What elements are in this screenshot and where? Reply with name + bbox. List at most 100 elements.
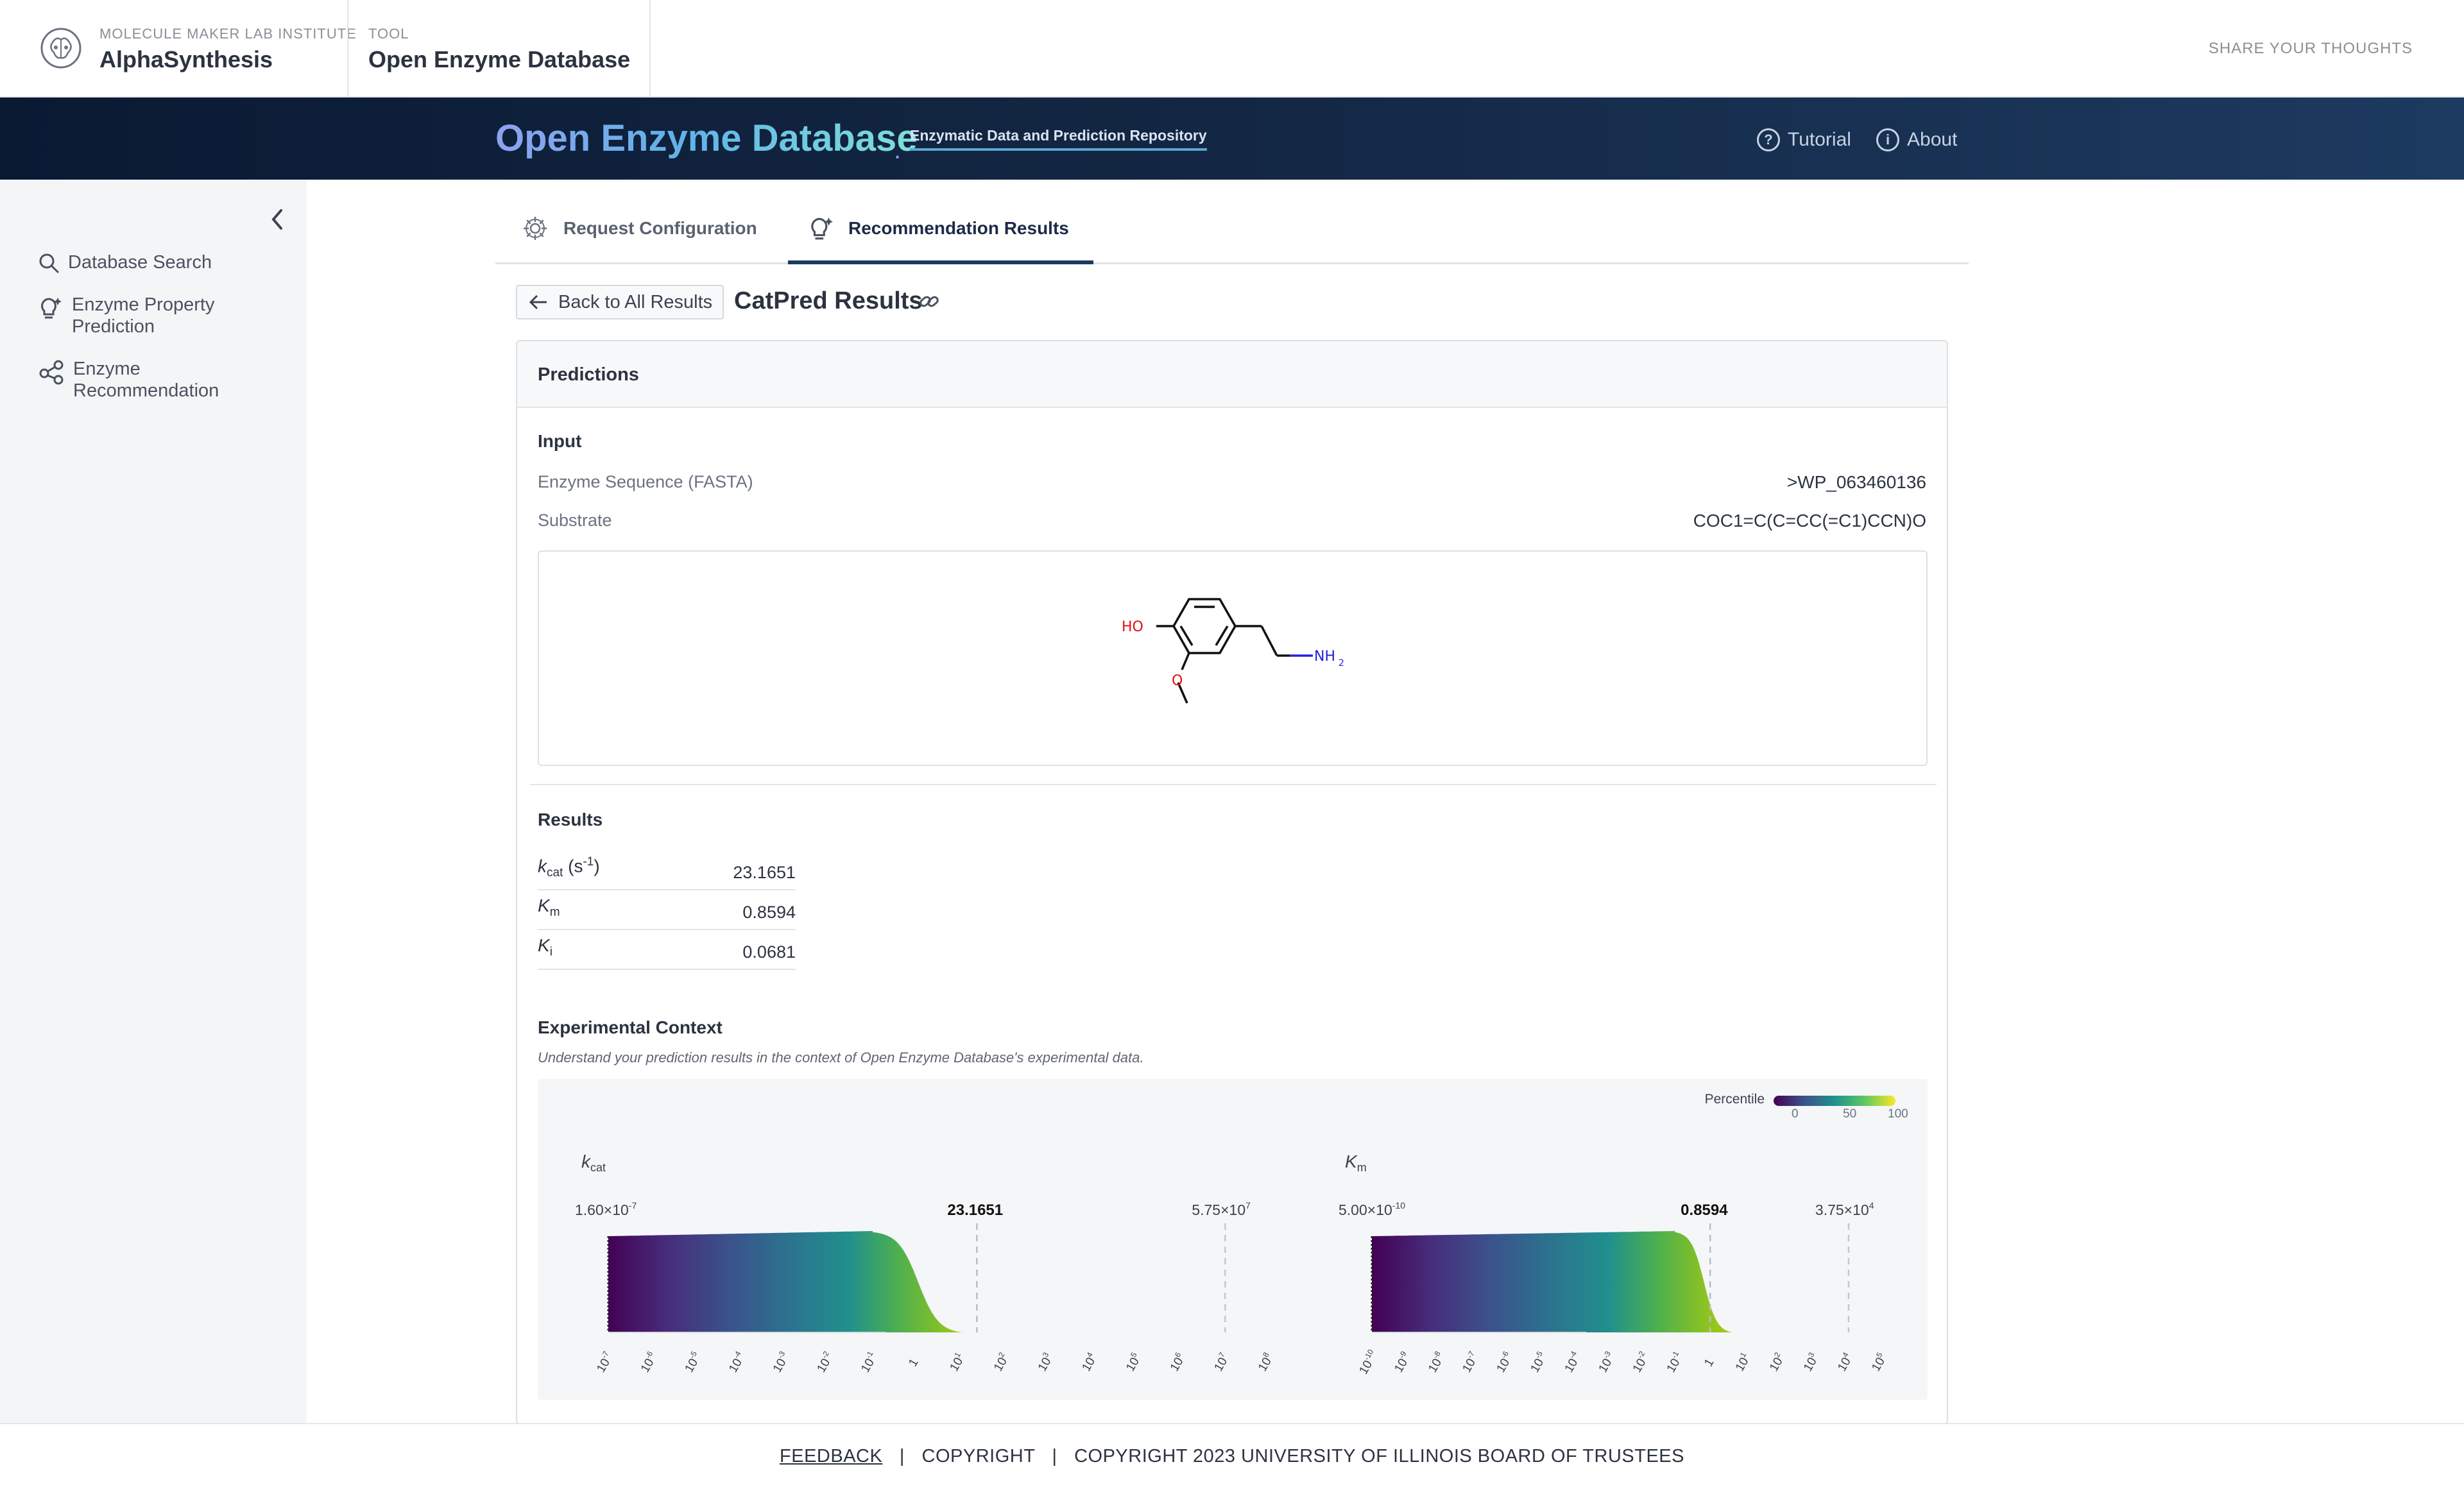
sidebar-item-property-prediction[interactable]: Enzyme Property Prediction (38, 294, 214, 337)
hydroxyl-label: HO (1122, 619, 1143, 635)
org-small-label: MOLECULE MAKER LAB INSTITUTE (99, 26, 357, 42)
x-tick-exponent: 5 (1129, 1350, 1139, 1359)
copyright-link[interactable]: COPYRIGHT (922, 1446, 1035, 1466)
sidebar-label-line: Enzyme (73, 359, 141, 379)
arrow-left-icon (529, 294, 547, 310)
org-brand[interactable]: MOLECULE MAKER LAB INSTITUTE AlphaSynthe… (99, 26, 357, 73)
x-tick-label: 106 (1166, 1350, 1188, 1373)
tool-brand[interactable]: TOOL Open Enzyme Database (368, 26, 630, 73)
x-tick-label: 10-8 (1425, 1349, 1448, 1375)
symbol: K (538, 896, 550, 916)
tab-label: Recommendation Results (848, 218, 1069, 238)
x-tick-exponent: -4 (732, 1349, 743, 1360)
density-area (608, 1231, 1009, 1332)
back-label: Back to All Results (558, 291, 713, 312)
x-tick-label: 10-3 (1595, 1349, 1618, 1375)
x-tick-exponent: -3 (1602, 1349, 1613, 1360)
range-max-label: 5.75×107 (1192, 1200, 1251, 1218)
molecule-viewer: HO O NH 2 (538, 550, 1928, 766)
footer: FEEDBACK | COPYRIGHT | COPYRIGHT 2023 UN… (0, 1423, 2464, 1487)
subscript: cat (547, 866, 563, 879)
x-tick-exponent: -10 (1362, 1348, 1375, 1362)
x-tick-label: 101 (1731, 1350, 1754, 1373)
legend-tick: 100 (1888, 1107, 1908, 1121)
x-tick-exponent: 4 (1084, 1350, 1095, 1359)
symbol: K (538, 935, 550, 956)
tutorial-link[interactable]: ? Tutorial (1757, 128, 1851, 151)
result-value: 0.0681 (742, 942, 796, 962)
context-section-label: Experimental Context (538, 1017, 723, 1037)
x-tick-label: 10-5 (681, 1349, 705, 1375)
feedback-link[interactable]: FEEDBACK (780, 1446, 882, 1466)
x-tick-exponent: 7 (1217, 1350, 1227, 1359)
page-title: CatPred Results (734, 287, 923, 314)
sidebar-item-database-search[interactable]: Database Search (38, 251, 212, 273)
prediction-marker-label: 0.8594 (1681, 1202, 1728, 1219)
x-tick-exponent: -2 (819, 1349, 831, 1360)
banner: Open Enzyme Database . Enzymatic Data an… (0, 98, 2464, 180)
substrate-value: COC1=C(C=CC(=C1)CCN)O (1693, 511, 1926, 531)
brain-logo-icon[interactable] (38, 24, 83, 72)
x-tick-exponent: -9 (1397, 1349, 1408, 1360)
x-tick-exponent: 2 (997, 1350, 1007, 1359)
x-tick-exponent: -8 (1431, 1349, 1442, 1360)
density-area (1372, 1231, 1767, 1332)
sidebar-item-label: Database Search (68, 252, 212, 273)
sequence-key: Enzyme Sequence (FASTA) (538, 472, 753, 491)
gear-icon (523, 216, 547, 241)
sidebar-item-recommendation[interactable]: Enzyme Recommendation (38, 358, 219, 402)
range-min-label: 1.60×10-7 (575, 1200, 637, 1218)
topbar-divider (649, 0, 651, 98)
sidebar-label-line: Recommendation (73, 380, 219, 401)
tab-recommendation-results[interactable]: Recommendation Results (809, 209, 1069, 248)
x-tick-label: 102 (990, 1350, 1013, 1373)
x-tick-exponent: 3 (1806, 1350, 1817, 1359)
footer-separator: | (1052, 1446, 1057, 1466)
x-tick-exponent: 3 (1041, 1350, 1051, 1359)
x-tick-label: 10-3 (769, 1349, 792, 1375)
chart-title-subscript: cat (590, 1161, 606, 1174)
symbol: k (538, 856, 547, 876)
section-divider (530, 784, 1937, 785)
info-circle-icon: i (1876, 128, 1899, 151)
legend-tick: 0 (1792, 1107, 1799, 1121)
unit-close: ) (594, 856, 600, 876)
x-tick-label: 104 (1078, 1350, 1100, 1373)
topbar-divider (347, 0, 348, 98)
card-header: Predictions (517, 341, 1947, 408)
tab-request-configuration[interactable]: Request Configuration (521, 209, 757, 248)
molecule-structure: HO O NH 2 (1122, 598, 1344, 704)
chevron-left-icon[interactable] (268, 207, 287, 232)
range-min-exponent: -7 (629, 1200, 637, 1211)
input-section-label: Input (538, 431, 582, 451)
range-max-exponent: 4 (1869, 1200, 1874, 1211)
card-title: Predictions (538, 364, 639, 385)
x-tick-exponent: -1 (1670, 1349, 1681, 1360)
distribution-charts: 0 50 100 kcat 1.60×10-7 5.75×107 23.1651 10-… (575, 1107, 1908, 1377)
x-tick-label: 1 (906, 1356, 921, 1369)
unit: (s (568, 856, 583, 876)
result-key: kcat (s-1) (538, 855, 600, 880)
share-thoughts-link[interactable]: SHARE YOUR THOUGHTS (2209, 40, 2413, 58)
share-nodes-icon (39, 360, 64, 385)
x-tick-exponent: -3 (776, 1349, 787, 1360)
lightbulb-icon (811, 217, 833, 240)
x-tick-label: 10-2 (813, 1349, 837, 1375)
x-tick-label: 10-4 (1561, 1349, 1584, 1375)
tool-name: Open Enzyme Database (368, 46, 631, 72)
x-tick-label: 1 (1702, 1356, 1716, 1369)
result-value: 23.1651 (733, 863, 796, 882)
x-tick-label: 10-5 (1527, 1349, 1550, 1375)
link-icon[interactable] (918, 290, 941, 313)
copyright-notice: COPYRIGHT 2023 UNIVERSITY OF ILLINOIS BO… (1074, 1446, 1684, 1466)
x-tick-exponent: -6 (644, 1349, 655, 1360)
sidebar-item-label: Enzyme Recommendation (73, 358, 219, 402)
x-tick-exponent: 8 (1261, 1350, 1271, 1359)
tab-label: Request Configuration (563, 218, 757, 238)
x-tick-label: 10-7 (1459, 1349, 1482, 1375)
x-tick-label: 108 (1254, 1350, 1277, 1373)
back-to-results-button[interactable]: Back to All Results (516, 285, 724, 319)
x-tick-exponent: -2 (1636, 1349, 1647, 1360)
about-link[interactable]: i About (1876, 128, 1957, 151)
x-tick-label: 10-10 (1355, 1348, 1381, 1377)
